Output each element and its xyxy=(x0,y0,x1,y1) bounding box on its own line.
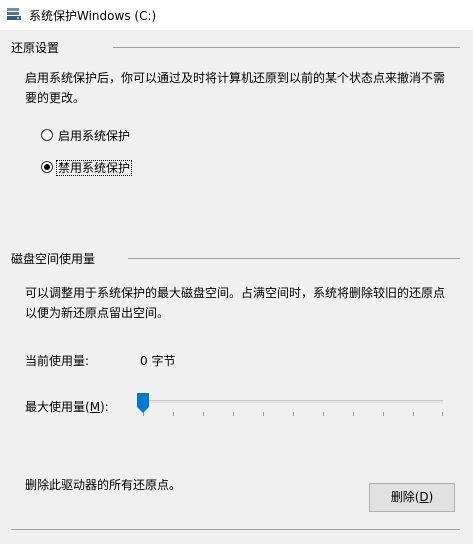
delete-button-prefix: 删除( xyxy=(390,490,420,504)
disk-description-line-1: 可以调整用于系统保护的最大磁盘空间。占满空间时，系统将删除较旧的还原点 xyxy=(25,286,446,300)
max-usage-label: 最大使用量(M): xyxy=(25,398,109,415)
disable-protection-label[interactable]: 禁用系统保护 xyxy=(56,159,133,176)
slider-tick xyxy=(263,412,264,416)
bottom-divider xyxy=(11,529,460,530)
slider-tick xyxy=(203,412,204,416)
delete-button-suffix: ) xyxy=(428,490,434,504)
disable-protection-radio[interactable] xyxy=(41,161,53,173)
slider-tick xyxy=(233,412,234,416)
disk-description: 可以调整用于系统保护的最大磁盘空间。占满空间时，系统将删除较旧的还原点 以便为新… xyxy=(25,283,465,323)
max-usage-label-suffix: ): xyxy=(100,400,109,414)
slider-tick xyxy=(353,412,354,416)
radio-selected-dot xyxy=(44,164,50,170)
enable-protection-radio[interactable] xyxy=(41,129,53,141)
current-usage-value: 0 字节 xyxy=(140,354,176,368)
slider-tick xyxy=(383,412,384,416)
delete-button[interactable]: 删除(D) xyxy=(369,483,455,512)
slider-tick xyxy=(173,412,174,416)
slider-tick xyxy=(293,412,294,416)
delete-button-hotkey: D xyxy=(419,490,429,504)
slider-tick xyxy=(413,412,414,416)
restore-description-line-1: 启用系统保护后，你可以通过及时将计算机还原到以前的某个状态点来撤消不需 xyxy=(25,71,446,85)
restore-description-line-2: 要的更改。 xyxy=(25,91,86,105)
max-usage-label-prefix: 最大使用量( xyxy=(25,400,90,414)
enable-protection-label[interactable]: 启用系统保护 xyxy=(58,127,130,144)
disable-protection-text: 禁用系统保护 xyxy=(56,160,133,176)
slider-tick xyxy=(442,412,443,416)
delete-description: 删除此驱动器的所有还原点。 xyxy=(25,478,182,492)
slider-tick xyxy=(323,412,324,416)
window-title: 系统保护Windows (C:) xyxy=(29,9,157,23)
current-usage-label: 当前使用量: xyxy=(25,354,90,368)
max-usage-slider-track[interactable] xyxy=(143,400,443,403)
restore-settings-heading: 还原设置 xyxy=(11,41,60,55)
disk-usage-heading: 磁盘空间使用量 xyxy=(11,252,96,266)
restore-settings-divider xyxy=(113,47,460,48)
restore-description: 启用系统保护后，你可以通过及时将计算机还原到以前的某个状态点来撤消不需 要的更改… xyxy=(25,68,465,108)
max-usage-slider-thumb[interactable] xyxy=(137,393,149,413)
disk-usage-divider xyxy=(128,258,460,259)
disk-description-line-2: 以便为新还原点留出空间。 xyxy=(25,306,170,320)
max-usage-hotkey: M xyxy=(89,400,101,414)
drive-icon xyxy=(7,8,21,21)
